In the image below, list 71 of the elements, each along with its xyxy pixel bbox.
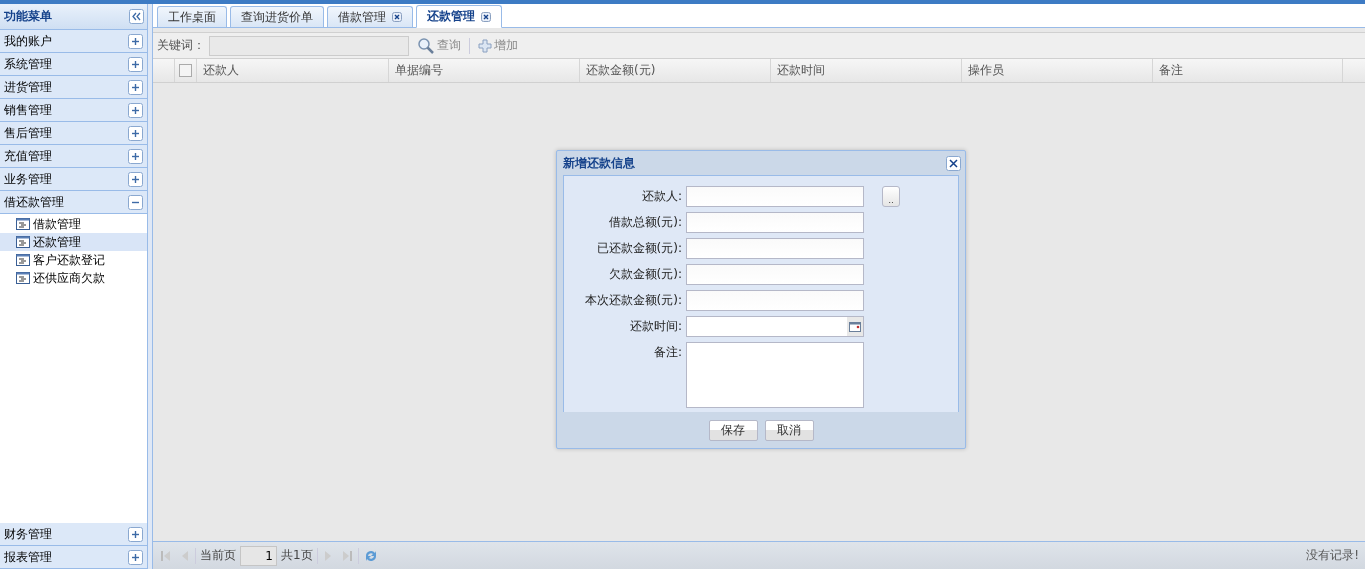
menu-section[interactable]: 进货管理 bbox=[0, 76, 147, 99]
tab[interactable]: 查询进货价单 bbox=[230, 6, 324, 27]
calendar-icon[interactable] bbox=[847, 317, 863, 336]
document-icon bbox=[16, 254, 30, 266]
tab[interactable]: 工作桌面 bbox=[157, 6, 227, 27]
document-icon bbox=[16, 218, 30, 230]
keyword-label: 关键词： bbox=[157, 37, 205, 54]
close-icon[interactable] bbox=[392, 12, 402, 22]
expand-icon[interactable] bbox=[128, 56, 143, 72]
text-field[interactable] bbox=[686, 290, 864, 311]
document-icon bbox=[16, 236, 30, 248]
save-button[interactable]: 保存 bbox=[708, 419, 758, 441]
column-header[interactable]: 单据编号 bbox=[389, 59, 580, 82]
page-total: 共1页 bbox=[281, 547, 313, 564]
menu-section[interactable]: 销售管理 bbox=[0, 99, 147, 122]
text-field[interactable] bbox=[686, 212, 864, 233]
menu-section[interactable]: 业务管理 bbox=[0, 168, 147, 191]
expand-icon[interactable] bbox=[128, 549, 143, 565]
text-field[interactable] bbox=[686, 264, 864, 285]
menu-section[interactable]: 系统管理 bbox=[0, 53, 147, 76]
menu-item[interactable]: 还款管理 bbox=[0, 233, 147, 251]
column-header[interactable]: 操作员 bbox=[962, 59, 1153, 82]
current-page-label: 当前页 bbox=[200, 547, 236, 564]
close-icon[interactable] bbox=[481, 11, 491, 22]
expand-icon[interactable] bbox=[128, 148, 143, 164]
status-text: 没有记录! bbox=[1306, 547, 1359, 564]
menu-section[interactable]: 借还款管理 bbox=[0, 191, 147, 214]
picker-button[interactable]: .. bbox=[882, 186, 900, 207]
expand-icon[interactable] bbox=[128, 79, 143, 95]
select-all-checkbox[interactable] bbox=[179, 64, 192, 77]
field-label: 已还款金额(元): bbox=[595, 240, 682, 257]
menu-section[interactable]: 我的账户 bbox=[0, 30, 147, 53]
page-number-field[interactable]: 1 bbox=[240, 545, 277, 566]
search-icon bbox=[417, 36, 435, 55]
field-label: 还款时间: bbox=[628, 318, 682, 335]
field-label: 备注: bbox=[652, 344, 682, 361]
keyword-field[interactable] bbox=[209, 35, 409, 56]
column-header[interactable]: 还款人 bbox=[197, 59, 389, 82]
field-label: 还款人: bbox=[640, 188, 682, 205]
text-field[interactable] bbox=[686, 238, 864, 259]
expand-icon[interactable] bbox=[128, 171, 143, 187]
column-header[interactable]: 备注 bbox=[1153, 59, 1343, 82]
date-field[interactable] bbox=[686, 316, 864, 337]
menu-section[interactable]: 报表管理 bbox=[0, 546, 147, 569]
expand-icon[interactable] bbox=[128, 33, 143, 49]
menu-item[interactable]: 还供应商欠款 bbox=[0, 269, 147, 287]
field-label: 本次还款金额(元): bbox=[583, 292, 682, 309]
column-header[interactable]: 还款时间 bbox=[771, 59, 962, 82]
close-icon[interactable] bbox=[946, 155, 961, 171]
expand-icon[interactable] bbox=[128, 526, 143, 542]
collapse-icon[interactable] bbox=[128, 194, 143, 210]
menu-section[interactable]: 财务管理 bbox=[0, 523, 147, 546]
column-header[interactable]: 还款金额(元) bbox=[580, 59, 771, 82]
expand-icon[interactable] bbox=[128, 102, 143, 118]
cancel-button[interactable]: 取消 bbox=[764, 419, 814, 441]
menu-item[interactable]: 客户还款登记 bbox=[0, 251, 147, 269]
document-icon bbox=[16, 272, 30, 284]
dialog-title: 新增还款信息 bbox=[563, 154, 635, 172]
menu-header: 功能菜单 bbox=[0, 4, 147, 30]
menu-section[interactable]: 充值管理 bbox=[0, 145, 147, 168]
text-field[interactable] bbox=[686, 186, 864, 207]
menu-section[interactable]: 售后管理 bbox=[0, 122, 147, 145]
collapse-icon[interactable] bbox=[129, 9, 144, 24]
tab[interactable]: 还款管理 bbox=[416, 5, 502, 28]
tab[interactable]: 借款管理 bbox=[327, 6, 413, 27]
field-label: 借款总额(元): bbox=[607, 214, 682, 231]
expand-icon[interactable] bbox=[128, 125, 143, 141]
menu-item[interactable]: 借款管理 bbox=[0, 215, 147, 233]
field-label: 欠款金额(元): bbox=[607, 266, 682, 283]
remarks-field[interactable] bbox=[686, 342, 864, 408]
plus-icon bbox=[478, 38, 492, 53]
